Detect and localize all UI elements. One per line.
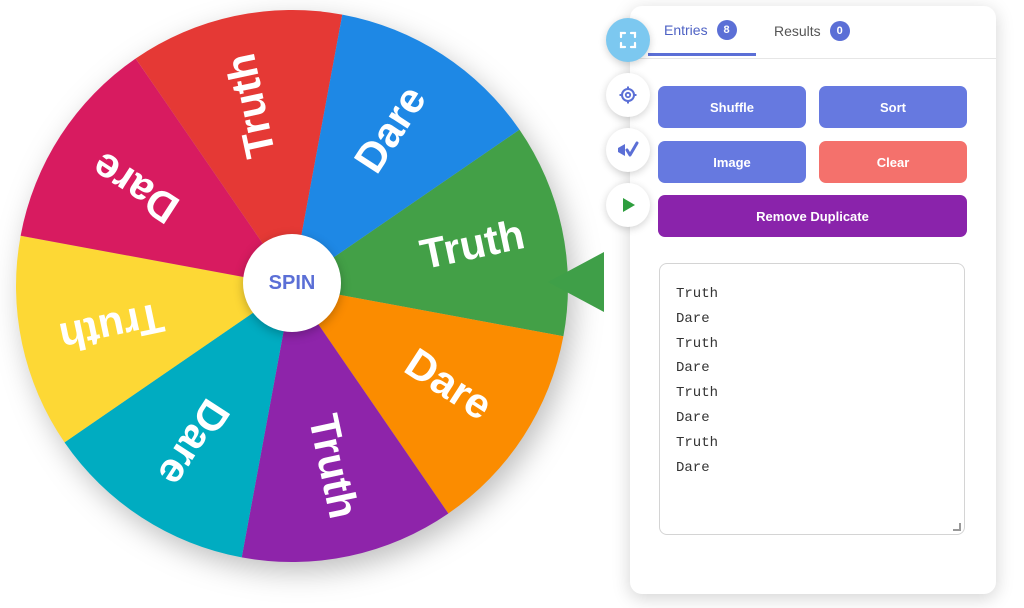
- spin-button[interactable]: SPIN: [243, 234, 341, 332]
- theme-button[interactable]: [606, 128, 650, 172]
- settings-icon: [619, 86, 637, 104]
- entry-line: Dare: [676, 409, 710, 426]
- image-button[interactable]: Image: [658, 141, 806, 183]
- entries-textarea[interactable]: Truth Dare Truth Dare Truth Dare Truth D…: [659, 263, 965, 535]
- tab-results[interactable]: Results 0: [774, 6, 850, 56]
- entry-line: Dare: [676, 310, 710, 327]
- resize-handle[interactable]: [953, 523, 961, 531]
- tab-entries-label: Entries: [664, 21, 708, 38]
- app-screen: Truth Dare Truth Dare Truth Dare Truth Dare SPI…: [0, 0, 1024, 608]
- wheel-pointer: [548, 252, 604, 312]
- play-button[interactable]: [606, 183, 650, 227]
- entry-line: Dare: [676, 459, 710, 476]
- spin-wheel[interactable]: Truth Dare Truth Dare Truth Dare Truth Dare SPI…: [14, 8, 570, 564]
- panel-tabs: Entries 8 Results 0: [630, 6, 996, 59]
- tab-results-label: Results: [774, 23, 821, 39]
- entry-line: Truth: [676, 286, 719, 302]
- theme-icon: [618, 141, 639, 157]
- settings-button[interactable]: [606, 73, 650, 117]
- entries-count-badge: 8: [716, 19, 737, 40]
- fullscreen-icon: [619, 31, 637, 49]
- entry-line: Dare: [676, 360, 710, 377]
- entry-line: Truth: [676, 434, 719, 451]
- shuffle-button[interactable]: Shuffle: [658, 86, 806, 128]
- play-icon: [623, 198, 635, 212]
- remove-duplicate-button[interactable]: Remove Duplicate: [658, 195, 967, 237]
- entry-line: Truth: [676, 385, 719, 402]
- results-count-badge: 0: [829, 21, 850, 41]
- entries-panel: Entries 8 Results 0 Shuffle Sort Image C…: [630, 6, 996, 594]
- sort-button[interactable]: Sort: [819, 86, 967, 128]
- clear-button[interactable]: Clear: [819, 141, 967, 183]
- tab-entries[interactable]: Entries 8: [648, 6, 756, 56]
- entry-line: Truth: [676, 335, 719, 352]
- fullscreen-button[interactable]: [606, 18, 650, 62]
